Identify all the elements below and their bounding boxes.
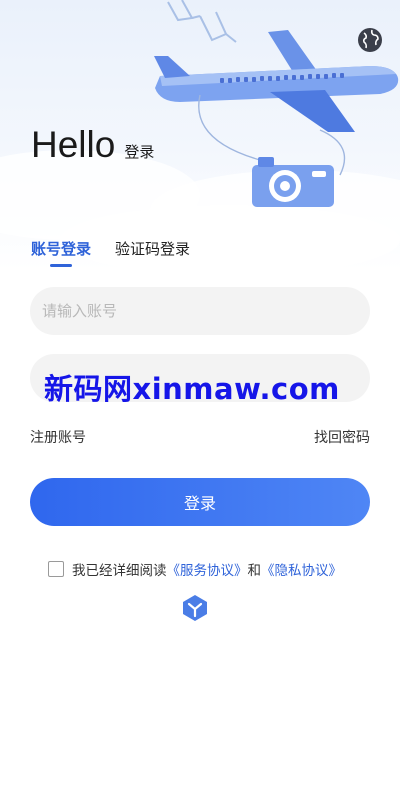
tab-code-login[interactable]: 验证码登录	[115, 238, 190, 259]
agreement-text: 我已经详细阅读	[72, 563, 167, 579]
camera-icon	[252, 157, 334, 207]
hello-subtitle: 登录	[124, 143, 155, 161]
privacy-agreement-link[interactable]: 《隐私协议》	[261, 559, 342, 579]
active-tab-indicator	[50, 264, 72, 267]
register-link[interactable]: 注册账号	[30, 427, 86, 447]
agreement-checkbox[interactable]	[48, 561, 64, 577]
greeting: Hello 登录	[31, 124, 154, 166]
account-input[interactable]	[30, 287, 370, 335]
agreement-row: 我已经详细阅读 《服务协议》 和 《隐私协议》	[48, 559, 342, 579]
globe-icon[interactable]	[357, 27, 383, 53]
tab-label: 账号登录	[31, 240, 92, 258]
cube-logo-icon	[183, 595, 207, 621]
agreement-conjunction: 和	[247, 563, 262, 579]
tab-label: 验证码登录	[115, 240, 191, 258]
account-links: 注册账号 找回密码	[30, 427, 370, 447]
hello-title: Hello	[31, 124, 116, 165]
forgot-password-link[interactable]: 找回密码	[314, 427, 370, 447]
service-agreement-link[interactable]: 《服务协议》	[167, 559, 248, 579]
tab-account-login[interactable]: 账号登录	[31, 238, 92, 267]
site-watermark: 新码网xinmaw.com	[44, 372, 340, 406]
login-button[interactable]: 登录	[30, 478, 370, 526]
login-tabs: 账号登录 验证码登录	[31, 238, 190, 267]
